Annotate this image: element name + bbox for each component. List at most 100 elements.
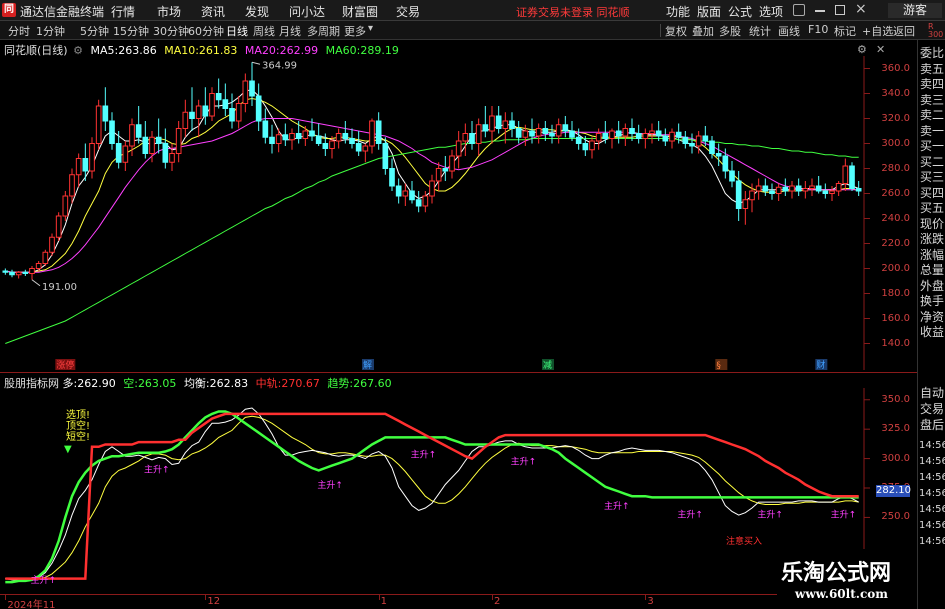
candle-body[interactable] (809, 185, 815, 189)
candle-body[interactable] (615, 130, 622, 137)
candle-body[interactable] (842, 165, 849, 184)
candle-body[interactable] (342, 133, 349, 139)
event-marker[interactable]: 减 (543, 359, 552, 370)
candle-body[interactable] (322, 143, 329, 149)
period-more[interactable]: 更多 (344, 23, 366, 39)
candle-body[interactable] (415, 199, 422, 207)
candle-body[interactable] (102, 105, 109, 122)
candle-body[interactable] (769, 190, 775, 194)
candle-body[interactable] (502, 120, 509, 129)
candle-body[interactable] (109, 120, 115, 144)
menu-market[interactable]: 市场 (157, 3, 181, 20)
chevron-down-icon[interactable]: ▾ (368, 23, 373, 34)
candle-body[interactable] (335, 133, 342, 142)
menu-discover[interactable]: 发现 (245, 3, 269, 20)
candle-body[interactable] (29, 268, 35, 274)
candle-body[interactable] (849, 165, 855, 189)
candle-body[interactable] (802, 188, 809, 192)
candle-body[interactable] (189, 111, 195, 119)
candle-body[interactable] (515, 128, 522, 138)
period-weekly[interactable]: 周线 (253, 23, 275, 39)
candle-body[interactable] (409, 190, 415, 201)
mark-button[interactable]: 标记 (834, 23, 856, 39)
candle-body[interactable] (75, 158, 82, 176)
candle-body[interactable] (382, 143, 389, 169)
settings-gear-icon[interactable]: ⚙ (857, 43, 867, 56)
candle-body[interactable] (675, 131, 682, 138)
candle-body[interactable] (762, 185, 769, 192)
candle-body[interactable] (162, 143, 169, 163)
candle-body[interactable] (255, 95, 262, 122)
menu-options[interactable]: 选项 (759, 3, 783, 20)
candle-body[interactable] (449, 155, 455, 172)
candle-body[interactable] (622, 128, 629, 137)
candle-body[interactable] (789, 185, 795, 192)
candle-body[interactable] (582, 143, 589, 151)
candle-body[interactable] (395, 185, 402, 197)
menu-news[interactable]: 资讯 (201, 3, 225, 20)
event-marker[interactable]: § (716, 361, 721, 370)
candle-body[interactable] (315, 135, 322, 144)
candle-body[interactable] (642, 133, 649, 139)
overlay-button[interactable]: 叠加 (692, 23, 714, 39)
period-timeshare[interactable]: 分时 (8, 23, 30, 39)
candle-body[interactable] (295, 133, 302, 139)
candle-body[interactable] (709, 140, 715, 154)
candle-body[interactable] (455, 140, 462, 157)
candle-body[interactable] (62, 195, 69, 217)
candle-body[interactable] (249, 80, 255, 97)
minimize-icon[interactable] (815, 10, 825, 12)
candle-body[interactable] (529, 130, 535, 137)
candle-body[interactable] (2, 270, 9, 273)
candle-body[interactable] (309, 130, 315, 137)
candle-body[interactable] (555, 124, 562, 137)
candle-body[interactable] (435, 168, 442, 182)
candle-body[interactable] (195, 105, 202, 119)
candle-body[interactable] (282, 134, 289, 141)
candle-body[interactable] (782, 186, 789, 192)
candle-body[interactable] (169, 153, 175, 163)
candle-body[interactable] (115, 143, 122, 163)
trade-login-warning[interactable]: 证券交易未登录 同花顺 (516, 4, 630, 20)
candle-body[interactable] (635, 133, 642, 139)
candle-body[interactable] (462, 133, 469, 142)
candle-body[interactable] (69, 174, 75, 197)
candle-body[interactable] (175, 128, 182, 154)
candle-body[interactable] (795, 185, 802, 192)
candle-body[interactable] (42, 251, 49, 264)
candle-body[interactable] (202, 105, 209, 117)
candle-body[interactable] (375, 120, 382, 144)
menu-trade[interactable]: 交易 (396, 3, 420, 20)
period-1min[interactable]: 1分钟 (36, 23, 65, 39)
period-60min[interactable]: 60分钟 (188, 23, 224, 39)
candle-body[interactable] (569, 130, 575, 138)
candle-body[interactable] (695, 135, 702, 147)
candle-body[interactable] (835, 183, 842, 192)
candle-body[interactable] (362, 145, 369, 152)
event-marker[interactable]: 解 (363, 359, 372, 370)
candle-body[interactable] (562, 124, 569, 132)
candle-body[interactable] (649, 130, 655, 134)
candle-body[interactable] (235, 103, 242, 122)
candle-body[interactable] (855, 188, 862, 192)
candle-body[interactable] (495, 115, 502, 129)
candle-body[interactable] (329, 140, 335, 149)
period-monthly[interactable]: 月线 (279, 23, 301, 39)
menu-ask-xiaoda[interactable]: 问小达 (289, 3, 325, 20)
candle-body[interactable] (575, 136, 582, 144)
candle-body[interactable] (35, 263, 42, 269)
candle-body[interactable] (209, 93, 215, 117)
candle-body[interactable] (215, 93, 222, 101)
candle-body[interactable] (755, 185, 762, 192)
candle-body[interactable] (589, 140, 595, 151)
candle-body[interactable] (242, 80, 249, 104)
candle-body[interactable] (15, 271, 22, 276)
candle-body[interactable] (735, 180, 742, 209)
candle-body[interactable] (275, 134, 282, 144)
menu-formula[interactable]: 公式 (728, 3, 752, 20)
candle-body[interactable] (535, 128, 542, 137)
candle-body[interactable] (429, 180, 435, 197)
candle-body[interactable] (662, 135, 669, 142)
candle-body[interactable] (655, 130, 662, 137)
candle-body[interactable] (262, 120, 269, 138)
